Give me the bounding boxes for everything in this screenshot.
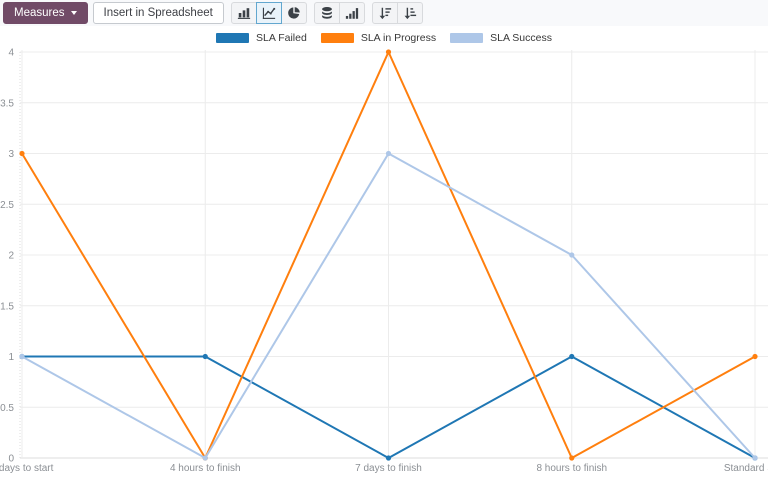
svg-text:4 hours to finish: 4 hours to finish [170, 463, 241, 474]
bar-chart-button[interactable] [231, 2, 257, 24]
graph-toolbar: Measures Insert in Spreadsheet [0, 0, 768, 26]
line-chart-button[interactable] [256, 2, 282, 24]
legend-item-sla-in-progress[interactable]: SLA in Progress [321, 32, 436, 44]
chart-legend: SLA Failed SLA in Progress SLA Success [0, 31, 768, 45]
svg-text:Standard SLA: Standard SLA [724, 463, 768, 474]
cumulative-icon [345, 6, 359, 20]
cumulative-button[interactable] [339, 2, 365, 24]
measures-button[interactable]: Measures [3, 2, 88, 24]
svg-text:3.5: 3.5 [0, 98, 14, 109]
svg-text:2.5: 2.5 [0, 200, 14, 211]
insert-in-spreadsheet-label: Insert in Spreadsheet [104, 7, 213, 19]
legend-swatch-sla-in-progress [321, 33, 354, 43]
svg-text:3: 3 [8, 149, 14, 160]
sort-ascending-button[interactable] [397, 2, 423, 24]
measures-button-label: Measures [14, 7, 65, 19]
sort-ascending-icon [403, 6, 417, 20]
svg-text:2: 2 [8, 251, 14, 262]
pie-chart-button[interactable] [281, 2, 307, 24]
insert-in-spreadsheet-button[interactable]: Insert in Spreadsheet [93, 2, 224, 24]
sort-button-group [372, 2, 423, 24]
pie-chart-icon [287, 6, 301, 20]
legend-swatch-sla-failed [216, 33, 249, 43]
bar-chart-icon [237, 6, 251, 20]
svg-text:0.5: 0.5 [0, 403, 14, 414]
graph-view: 00.511.522.533.542 days to start4 hours … [0, 0, 768, 481]
chevron-down-icon [71, 11, 77, 15]
legend-item-sla-failed[interactable]: SLA Failed [216, 32, 307, 44]
svg-text:1.5: 1.5 [0, 301, 14, 312]
svg-text:7 days to finish: 7 days to finish [355, 463, 422, 474]
stacked-icon [320, 6, 334, 20]
sort-descending-button[interactable] [372, 2, 398, 24]
svg-text:8 hours to finish: 8 hours to finish [536, 463, 607, 474]
legend-label: SLA Failed [256, 32, 307, 44]
svg-text:1: 1 [8, 352, 14, 363]
legend-label: SLA in Progress [361, 32, 436, 44]
svg-text:2 days to start: 2 days to start [0, 463, 54, 474]
chart-option-button-group [314, 2, 365, 24]
line-chart-canvas: 00.511.522.533.542 days to start4 hours … [0, 0, 768, 481]
stacked-button[interactable] [314, 2, 340, 24]
legend-swatch-sla-success [450, 33, 483, 43]
line-chart-icon [262, 6, 276, 20]
svg-text:4: 4 [8, 48, 14, 59]
legend-label: SLA Success [490, 32, 552, 44]
sort-descending-icon [378, 6, 392, 20]
legend-item-sla-success[interactable]: SLA Success [450, 32, 552, 44]
chart-type-button-group [231, 2, 307, 24]
